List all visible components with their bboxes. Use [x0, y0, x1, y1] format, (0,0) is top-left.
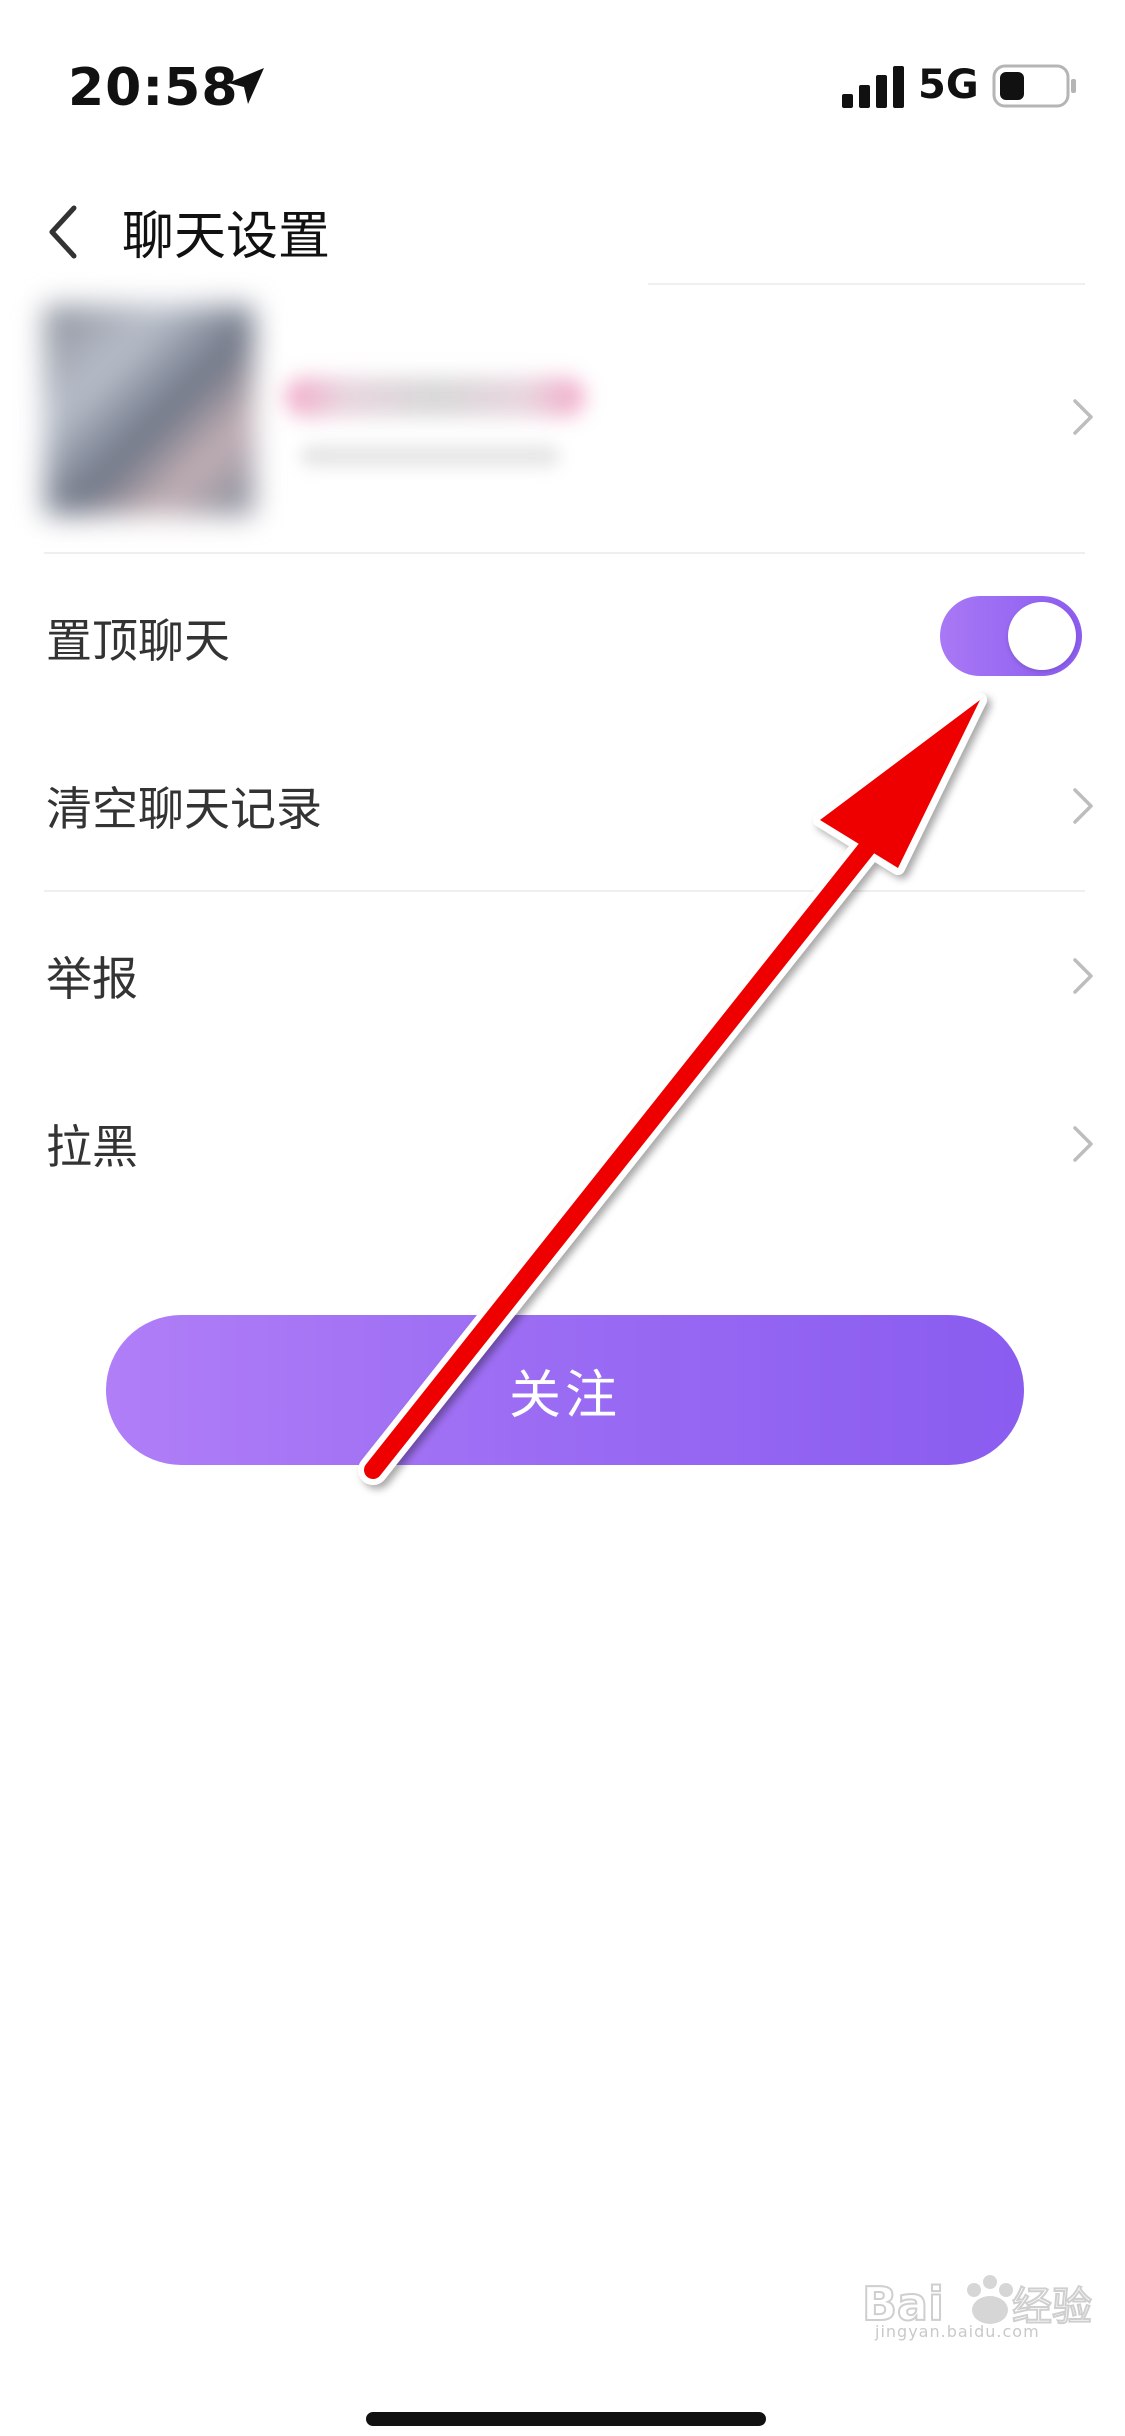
profile-subtitle-blurred: [300, 445, 560, 467]
pin-chat-toggle[interactable]: [940, 596, 1082, 676]
setting-row-block[interactable]: 拉黑: [0, 1060, 1125, 1228]
chevron-right-icon: [1073, 788, 1093, 824]
home-indicator: [366, 2412, 766, 2426]
chevron-right-icon: [1073, 1126, 1093, 1162]
watermark-url: jingyan.baidu.com: [875, 2322, 1040, 2341]
chevron-left-icon[interactable]: [42, 202, 86, 262]
follow-button[interactable]: 关注: [106, 1315, 1024, 1465]
chevron-right-icon: [1073, 958, 1093, 994]
page-title: 聊天设置: [122, 207, 331, 267]
toggle-knob: [1008, 602, 1076, 670]
chevron-right-icon: [1073, 399, 1093, 435]
profile-name-blurred: [285, 377, 585, 417]
setting-row-report[interactable]: 举报: [0, 892, 1125, 1060]
setting-row-clear-history[interactable]: 清空聊天记录: [0, 722, 1125, 890]
location-arrow-icon: [228, 68, 264, 104]
status-time: 20:58: [68, 58, 239, 118]
setting-label: 举报: [46, 952, 138, 1006]
status-bar: 20:58 5G: [0, 0, 1125, 180]
setting-label: 拉黑: [46, 1120, 138, 1174]
setting-label: 清空聊天记录: [46, 782, 322, 836]
battery-icon: [992, 64, 1076, 108]
signal-bars-icon: [842, 66, 904, 108]
avatar: [44, 305, 254, 515]
baidu-jingyan-watermark-logo: Bai 经验: [862, 2275, 1093, 2332]
nav-bar: 聊天设置: [0, 180, 1125, 300]
network-type-label: 5G: [918, 62, 979, 108]
setting-label: 置顶聊天: [46, 614, 230, 668]
profile-row[interactable]: [0, 285, 1125, 550]
